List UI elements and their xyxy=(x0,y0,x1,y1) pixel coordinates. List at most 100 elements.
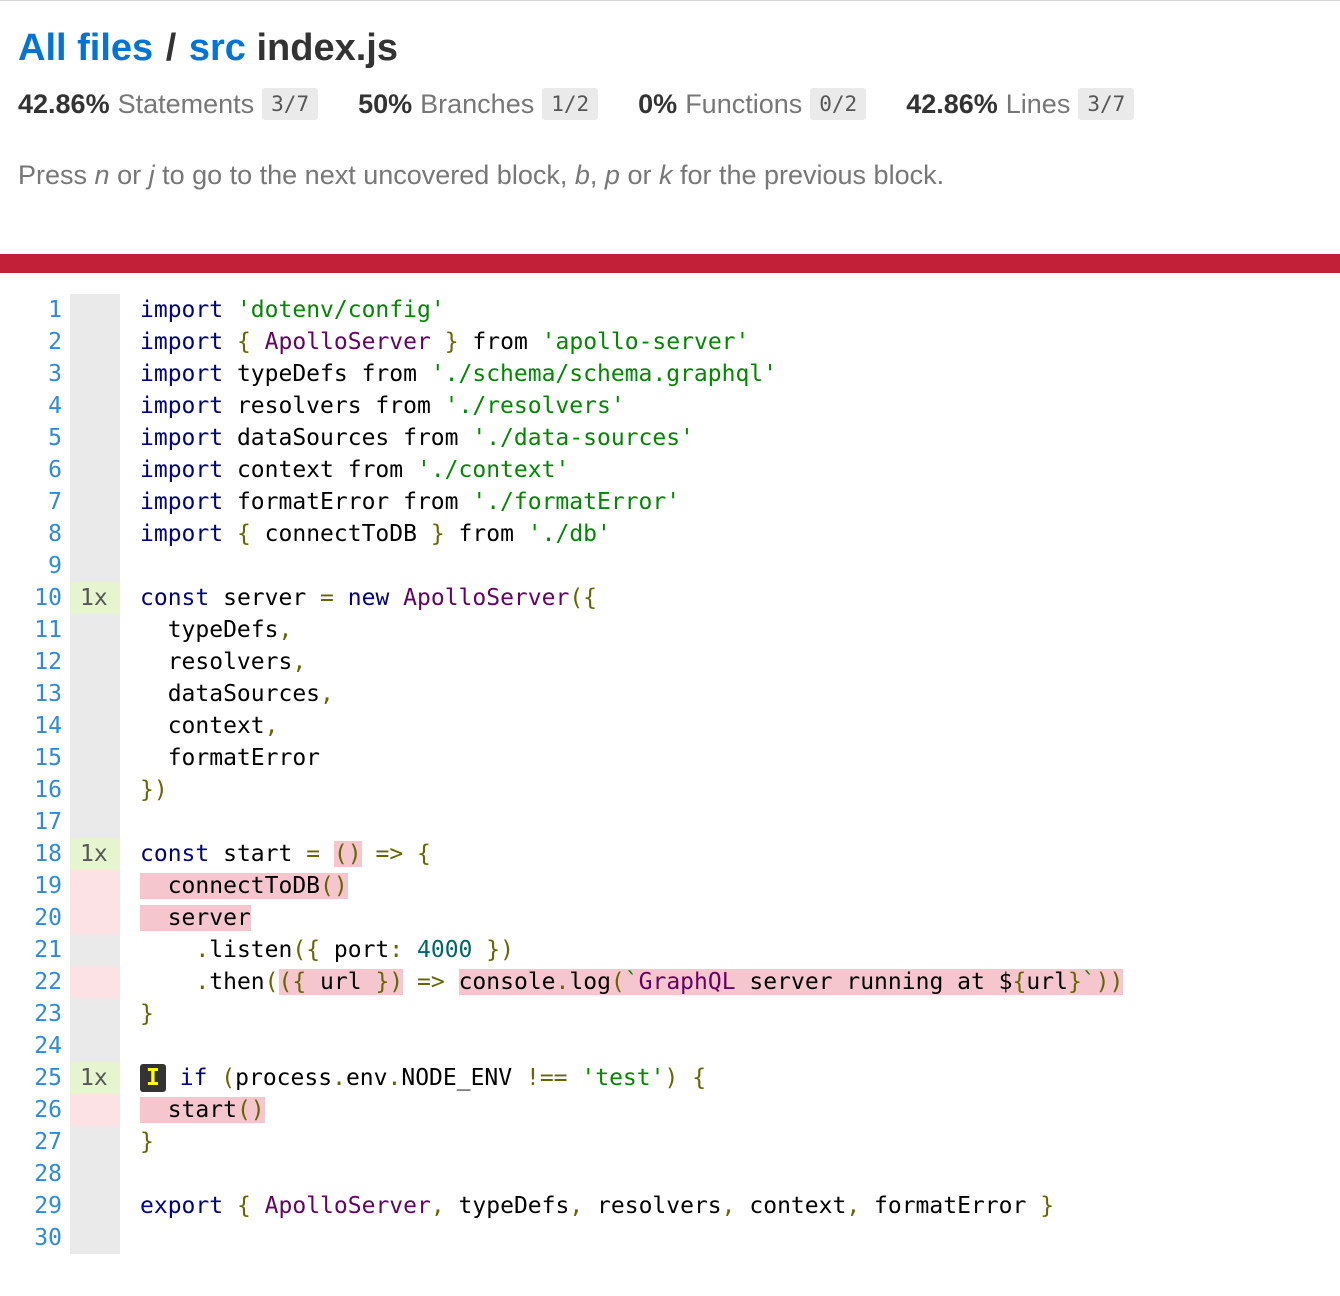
hint-text: to go to the next uncovered block, xyxy=(154,160,575,190)
hit-count xyxy=(70,710,120,742)
line-number-link[interactable]: 18 xyxy=(0,838,70,870)
hint-text: or xyxy=(109,160,149,190)
stat-branches: 50% Branches 1/2 xyxy=(358,88,599,120)
hit-count xyxy=(70,1126,120,1158)
hint-key: n xyxy=(94,160,110,190)
breadcrumb-file-name: index.js xyxy=(256,27,398,69)
hint-key: b xyxy=(574,160,590,190)
line-number-link[interactable]: 9 xyxy=(0,550,70,582)
hit-count xyxy=(70,454,120,486)
stat-percentage: 50% xyxy=(358,88,413,119)
hit-count xyxy=(70,742,120,774)
code-line: 19 connectToDB() xyxy=(0,870,1340,902)
hit-count xyxy=(70,902,120,934)
breadcrumb-src-link[interactable]: src xyxy=(189,27,246,69)
line-number-link[interactable]: 10 xyxy=(0,582,70,614)
line-number-link[interactable]: 29 xyxy=(0,1190,70,1222)
code-line: 22 .then(({ url }) => console.log(`Graph… xyxy=(0,966,1340,998)
line-number-link[interactable]: 15 xyxy=(0,742,70,774)
code-line: 20 server xyxy=(0,902,1340,934)
hit-count xyxy=(70,870,120,902)
line-number-link[interactable]: 5 xyxy=(0,422,70,454)
stat-percentage: 0% xyxy=(638,88,678,119)
line-number-link[interactable]: 26 xyxy=(0,1094,70,1126)
line-number-link[interactable]: 7 xyxy=(0,486,70,518)
code-line: 10 1x const server = new ApolloServer({ xyxy=(0,582,1340,614)
line-number-link[interactable]: 11 xyxy=(0,614,70,646)
line-number-link[interactable]: 2 xyxy=(0,326,70,358)
stat-fraction: 3/7 xyxy=(262,88,319,120)
line-number-link[interactable]: 30 xyxy=(0,1222,70,1254)
hint-text: or xyxy=(619,160,659,190)
source-text: import dataSources from './data-sources' xyxy=(140,425,694,451)
hit-count xyxy=(70,646,120,678)
hit-count xyxy=(70,966,120,998)
line-number-link[interactable]: 19 xyxy=(0,870,70,902)
stat-label: Statements xyxy=(117,88,255,119)
line-number-link[interactable]: 14 xyxy=(0,710,70,742)
stat-percentage: 42.86% xyxy=(18,88,110,119)
hit-count xyxy=(70,486,120,518)
line-number-link[interactable]: 24 xyxy=(0,1030,70,1062)
code-line: 5 import dataSources from './data-sources… xyxy=(0,422,1340,454)
code-line: 13 dataSources, xyxy=(0,678,1340,710)
code-line: 18 1x const start = () => { xyxy=(0,838,1340,870)
code-line: 26 start() xyxy=(0,1094,1340,1126)
source-code-view: 1 import 'dotenv/config' 2 import { ApolloS… xyxy=(0,294,1340,1254)
source-text: } xyxy=(140,1129,154,1155)
if-path-not-taken-badge: I xyxy=(140,1064,166,1092)
hit-count xyxy=(70,998,120,1030)
line-number-link[interactable]: 4 xyxy=(0,390,70,422)
code-line: 7 import formatError from './formatError' xyxy=(0,486,1340,518)
breadcrumb-all-files-link[interactable]: All files xyxy=(18,27,153,69)
line-number-link[interactable]: 23 xyxy=(0,998,70,1030)
source-text: const server = new ApolloServer({ xyxy=(140,585,598,611)
code-line: 11 typeDefs, xyxy=(0,614,1340,646)
top-border xyxy=(0,0,1340,1)
stat-functions: 0% Functions 0/2 xyxy=(638,88,867,120)
hint-text: for the previous block. xyxy=(672,160,945,190)
line-number-link[interactable]: 3 xyxy=(0,358,70,390)
stat-statements: 42.86% Statements 3/7 xyxy=(18,88,319,120)
hit-count xyxy=(70,326,120,358)
source-text: dataSources, xyxy=(140,681,334,707)
line-number-link[interactable]: 22 xyxy=(0,966,70,998)
code-line: 9 xyxy=(0,550,1340,582)
line-number-link[interactable]: 8 xyxy=(0,518,70,550)
source-text: export { ApolloServer, typeDefs, resolve… xyxy=(140,1193,1055,1219)
hint-text: Press xyxy=(18,160,95,190)
coverage-summary: 42.86% Statements 3/7 50% Branches 1/2 0… xyxy=(18,88,1318,120)
code-line: 17 xyxy=(0,806,1340,838)
hint-text: , xyxy=(589,160,605,190)
line-number-link[interactable]: 12 xyxy=(0,646,70,678)
code-line: 21 .listen({ port: 4000 }) xyxy=(0,934,1340,966)
line-number-link[interactable]: 28 xyxy=(0,1158,70,1190)
source-text: const start = () => { xyxy=(140,841,431,867)
line-number-link[interactable]: 17 xyxy=(0,806,70,838)
code-line: 1 import 'dotenv/config' xyxy=(0,294,1340,326)
hit-count xyxy=(70,390,120,422)
code-line: 15 formatError xyxy=(0,742,1340,774)
code-line: 4 import resolvers from './resolvers' xyxy=(0,390,1340,422)
line-number-link[interactable]: 16 xyxy=(0,774,70,806)
hit-count xyxy=(70,678,120,710)
source-text: }) xyxy=(140,777,168,803)
source-text: resolvers, xyxy=(140,649,307,675)
line-number-link[interactable]: 21 xyxy=(0,934,70,966)
code-line: 28 xyxy=(0,1158,1340,1190)
line-number-link[interactable]: 25 xyxy=(0,1062,70,1094)
hit-count xyxy=(70,1030,120,1062)
line-number-link[interactable]: 27 xyxy=(0,1126,70,1158)
source-text: start() xyxy=(140,1097,265,1123)
line-number-link[interactable]: 20 xyxy=(0,902,70,934)
hint-key: k xyxy=(658,160,673,190)
line-number-link[interactable]: 13 xyxy=(0,678,70,710)
line-number-link[interactable]: 6 xyxy=(0,454,70,486)
source-text: import formatError from './formatError' xyxy=(140,489,681,515)
hit-count xyxy=(70,422,120,454)
source-text: connectToDB() xyxy=(140,873,348,899)
line-number-link[interactable]: 1 xyxy=(0,294,70,326)
hit-count xyxy=(70,1158,120,1190)
source-text: import { connectToDB } from './db' xyxy=(140,521,611,547)
hit-count xyxy=(70,294,120,326)
